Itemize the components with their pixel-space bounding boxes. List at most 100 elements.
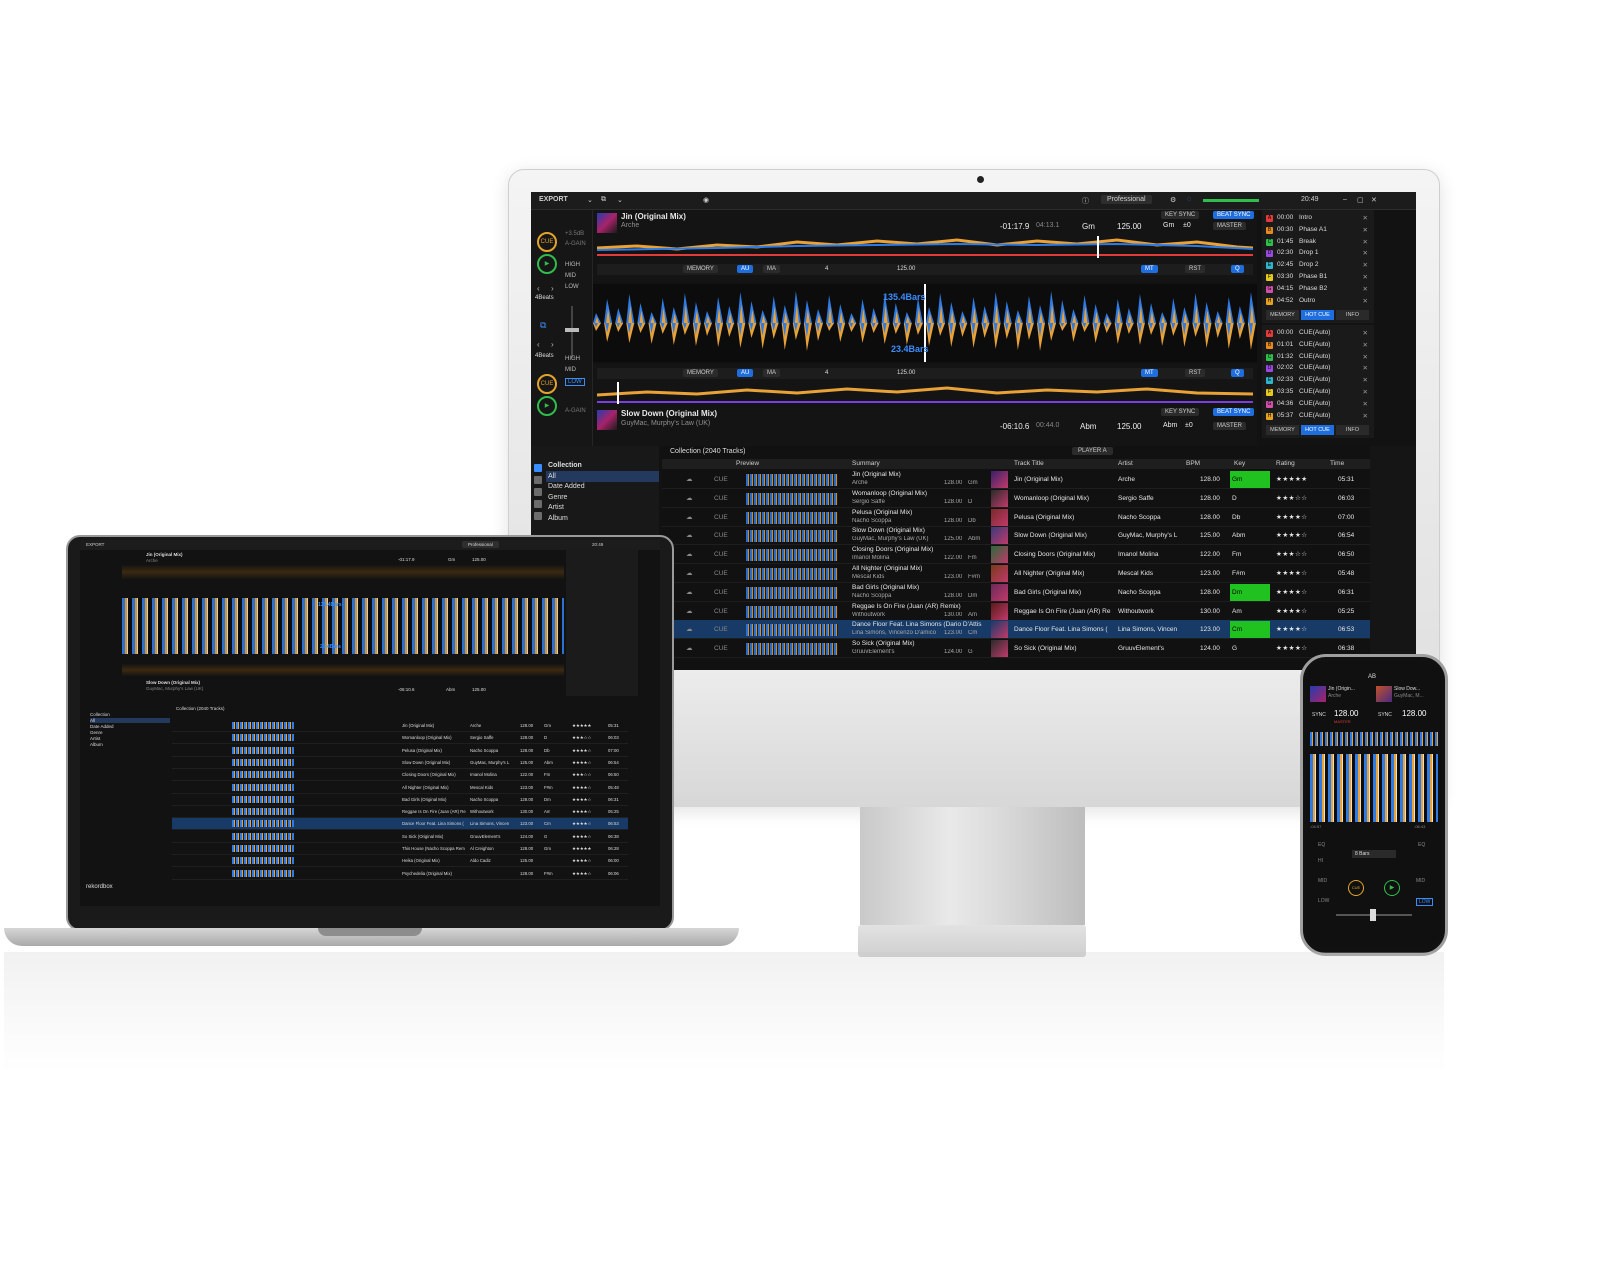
hot-cue-row[interactable]: G 04:15 Phase B2 ✕ [1266,285,1370,296]
close-icon[interactable]: ✕ [1371,196,1377,204]
deck2-eq-mid[interactable]: MID [565,367,576,373]
close-icon[interactable]: ✕ [1363,297,1368,305]
hot-cue-row[interactable]: C 01:45 Break ✕ [1266,238,1370,249]
row-cue-label[interactable]: CUE [714,626,728,633]
deck1-au-button[interactable]: AU [737,265,754,273]
laptop-tree-date-added[interactable]: Date Added [90,724,114,729]
hot-cue-row[interactable]: F 03:30 Phase B1 ✕ [1266,273,1370,284]
close-icon[interactable]: ✕ [1363,226,1368,234]
deck1-rst-button[interactable]: RST [1185,265,1205,273]
cloud-icon[interactable]: ☁ [686,625,693,633]
laptop-table-row[interactable]: Womanloop (Original Mix) Sergio Saffe 128.… [172,732,628,745]
deck1-eq-mid[interactable]: MID [565,273,576,279]
row-cue-label[interactable]: CUE [714,608,728,615]
deck1-key-adjust[interactable]: Gm [1163,222,1174,229]
row-preview-waveform[interactable] [746,492,838,505]
laptop-row-rating[interactable]: ★★★★★ [572,846,591,852]
row-preview-waveform[interactable] [746,530,838,543]
laptop-table-row[interactable]: Dance Floor Feat. Lina Simons (Lina Simo… [172,818,628,831]
row-cue-label[interactable]: CUE [714,589,728,596]
deck1-eq-high[interactable]: HIGH [565,262,580,268]
phone-crossfader-handle[interactable] [1370,909,1376,921]
table-row[interactable]: ☁ CUE Reggae Is On Fire (Juan (AR) Remix) W… [662,602,1370,621]
row-rating[interactable]: ★★★★☆ [1276,588,1308,596]
minimize-icon[interactable]: – [1343,196,1347,203]
col-bpm[interactable]: BPM [1186,460,1200,467]
hot-cue-row[interactable]: E 02:33 CUE(Auto) ✕ [1266,376,1370,387]
deck2-au-button[interactable]: AU [737,369,754,377]
deck1-beat-count[interactable]: 4Beats [535,295,554,301]
col-track-title[interactable]: Track Title [1014,460,1044,467]
deck2-mt-button[interactable]: MT [1141,369,1158,377]
tree-item[interactable]: Artist [546,502,659,513]
tree-item[interactable]: Date Added [546,481,659,492]
hot-cue-row[interactable]: F 03:35 CUE(Auto) ✕ [1266,388,1370,399]
close-icon[interactable]: ✕ [1363,329,1368,337]
laptop-row-preview[interactable] [232,795,294,803]
hot-cue-row[interactable]: E 02:45 Drop 2 ✕ [1266,261,1370,272]
row-cue-label[interactable]: CUE [714,514,728,521]
close-icon[interactable]: ✕ [1363,341,1368,349]
cloud-icon[interactable]: ☁ [686,475,693,483]
col-artist[interactable]: Artist [1118,460,1133,467]
close-icon[interactable]: ✕ [1363,261,1368,269]
laptop-table-row[interactable]: All Nighter (Original Mix) Mescal Kids 123… [172,782,628,794]
phone-play-button[interactable]: ▶ [1384,880,1400,896]
row-preview-waveform[interactable] [746,624,838,637]
deck1-key-sync-button[interactable]: KEY SYNC [1161,211,1200,219]
laptop-row-preview[interactable] [232,783,294,791]
tree-item[interactable]: Collection [546,460,659,471]
hot-cue-row[interactable]: A 00:00 Intro ✕ [1266,214,1370,225]
memory-tab[interactable]: MEMORY [1266,425,1299,435]
row-rating[interactable]: ★★★☆☆ [1276,550,1308,558]
layout-icon[interactable]: ⧉ [601,196,606,204]
laptop-row-preview[interactable] [232,857,294,865]
row-cue-label[interactable]: CUE [714,645,728,652]
laptop-row-rating[interactable]: ★★★★☆ [572,748,591,754]
close-icon[interactable]: ✕ [1363,400,1368,408]
info-tab[interactable]: INFO [1336,425,1369,435]
phone-eq-label[interactable]: EQ [1318,842,1325,848]
laptop-tree-album[interactable]: Album [90,742,103,747]
laptop-row-preview[interactable] [232,734,294,742]
record-icon[interactable]: ◉ [703,196,709,204]
laptop-table-row[interactable]: Bad Girls (Original Mix) Nacho Scoppa 128.… [172,794,628,806]
deck2-ma-button[interactable]: MA [763,369,780,377]
deck2-cue-button[interactable]: CUE [537,374,557,394]
laptop-table-row[interactable]: Pelusa (Original Mix) Nacho Scoppa 128.00 D… [172,745,628,757]
deck1-memory-button[interactable]: MEMORY [683,265,718,273]
laptop-row-rating[interactable]: ★★★★☆ [572,785,591,791]
deck1-master-button[interactable]: MASTER [1213,222,1247,230]
cloud-icon[interactable]: ☁ [686,531,693,539]
close-icon[interactable]: ✕ [1363,412,1368,420]
beat-jump-forward-icon[interactable]: › [551,340,554,349]
laptop-row-rating[interactable]: ★★★☆☆ [572,735,591,741]
close-icon[interactable]: ✕ [1363,238,1368,246]
deck1-quantize-button[interactable]: Q [1231,265,1244,273]
deck2-master-button[interactable]: MASTER [1213,422,1247,430]
row-rating[interactable]: ★★★★★ [1276,475,1308,483]
plan-badge[interactable]: Professional [1101,195,1152,204]
tree-item[interactable]: Genre [546,492,659,503]
memory-tab[interactable]: MEMORY [1266,310,1299,320]
laptop-table-row[interactable]: Psychedelia (Original Mix) 128.00 F#m ★★★★☆… [172,868,628,880]
laptop-tree-collection[interactable]: Collection [90,712,110,717]
maximize-icon[interactable]: ▢ [1357,196,1364,204]
col-time[interactable]: Time [1330,460,1344,467]
laptop-table-row[interactable]: Slow Down (Original Mix) GuyMac, Murphy's… [172,757,628,769]
deck2-play-button[interactable]: ▶ [537,396,557,416]
phone-hi-label[interactable]: HI [1318,858,1323,864]
collection-icon[interactable] [534,464,542,472]
row-preview-waveform[interactable] [746,605,838,618]
row-cue-label[interactable]: CUE [714,532,728,539]
laptop-row-rating[interactable]: ★★★★☆ [572,858,591,864]
deck1-beat-sync-button[interactable]: BEAT SYNC [1213,211,1255,219]
deck1-eq-low[interactable]: LOW [565,284,579,290]
deck2-tempo[interactable]: 125.00 [893,369,919,377]
list-icon[interactable] [534,512,542,520]
info-icon[interactable]: ⓘ [1082,196,1089,206]
enlarged-waveform[interactable]: 135.4Bars 23.4Bars [593,284,1257,362]
row-cue-label[interactable]: CUE [714,495,728,502]
col-summary[interactable]: Summary [852,460,880,467]
hot-cue-row[interactable]: B 00:30 Phase A1 ✕ [1266,226,1370,237]
